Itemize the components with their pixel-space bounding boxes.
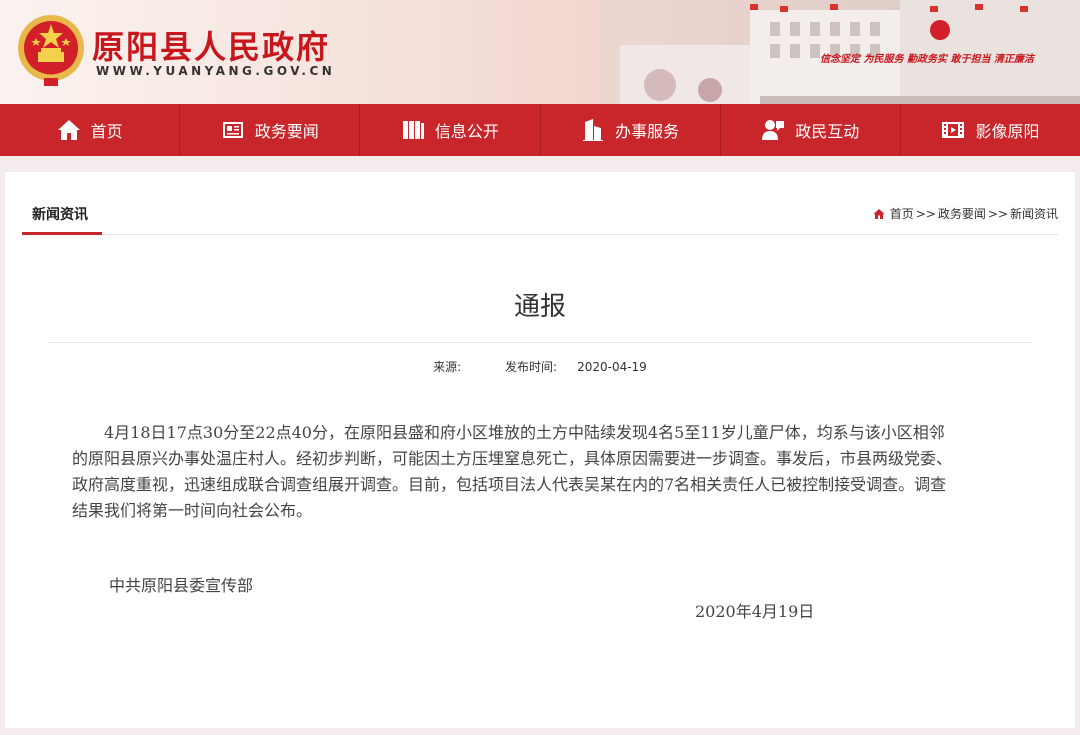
- nav-item-label: 首页: [90, 122, 123, 141]
- source-label: 来源:: [433, 360, 462, 374]
- nav-item-label: 政民互动: [795, 122, 860, 141]
- slogan-text: 信念坚定 为民服务 勤政务实 敢于担当 清正廉洁: [820, 54, 1034, 65]
- national-emblem-icon: [18, 15, 84, 86]
- title-divider: [48, 342, 1032, 343]
- nav-item-label: 信息公开: [434, 122, 499, 141]
- breadcrumb: 首页 >> 政务要闻 >> 新闻资讯: [873, 205, 1058, 222]
- publish-date: 2020-04-19: [577, 360, 647, 374]
- nav-item-home[interactable]: 首页: [0, 104, 181, 156]
- breadcrumb-separator: >>: [987, 206, 1008, 221]
- home-icon: [57, 120, 80, 140]
- home-icon: [873, 208, 885, 219]
- breadcrumb-home[interactable]: 首页: [890, 205, 914, 222]
- nav-item-label: 办事服务: [615, 122, 680, 141]
- nav-item-info[interactable]: 信息公开: [360, 104, 541, 156]
- breadcrumb-current[interactable]: 新闻资讯: [1010, 205, 1058, 222]
- section-tabbar: 新闻资讯 首页 >> 政务要闻 >> 新闻资讯: [22, 192, 1058, 235]
- nav-item-services[interactable]: 办事服务: [541, 104, 721, 156]
- article-body: 4月18日17点30分至22点40分，在原阳县盛和府小区堆放的土方中陆续发现4名…: [72, 423, 953, 520]
- date-label: 发布时间:: [505, 360, 558, 374]
- building-icon: [583, 119, 604, 141]
- user-chat-icon: [762, 120, 785, 140]
- books-icon: [402, 121, 424, 139]
- newspaper-icon: [222, 122, 243, 138]
- nav-item-gallery[interactable]: 影像原阳: [901, 104, 1080, 156]
- main-nav: 首页 政务要闻 信息公开 办事服务 政民互动 影像原阳: [0, 104, 1080, 156]
- site-header: 原阳县人民政府 WWW.YUANYANG.GOV.CN 信念坚定 为民服务 勤政…: [0, 0, 1080, 104]
- signature-date: 2020年4月19日: [695, 602, 815, 621]
- nav-item-news[interactable]: 政务要闻: [180, 104, 361, 156]
- tab-news[interactable]: 新闻资讯: [22, 192, 102, 235]
- content-panel: 新闻资讯 首页 >> 政务要闻 >> 新闻资讯 通报 来源: 发布时间: 2020…: [5, 172, 1075, 728]
- article-meta: 来源: 发布时间: 2020-04-19: [5, 358, 1075, 375]
- nav-item-label: 影像原阳: [975, 122, 1040, 141]
- nav-item-interaction[interactable]: 政民互动: [721, 104, 901, 156]
- nav-item-label: 政务要闻: [254, 122, 319, 141]
- signature-org: 中共原阳县委宣传部: [109, 576, 254, 595]
- site-url: WWW.YUANYANG.GOV.CN: [96, 64, 336, 78]
- breadcrumb-news[interactable]: 政务要闻: [938, 205, 986, 222]
- film-icon: [942, 122, 965, 138]
- site-title[interactable]: 原阳县人民政府: [92, 22, 330, 68]
- article-title: 通报: [513, 292, 566, 322]
- breadcrumb-separator: >>: [915, 206, 936, 221]
